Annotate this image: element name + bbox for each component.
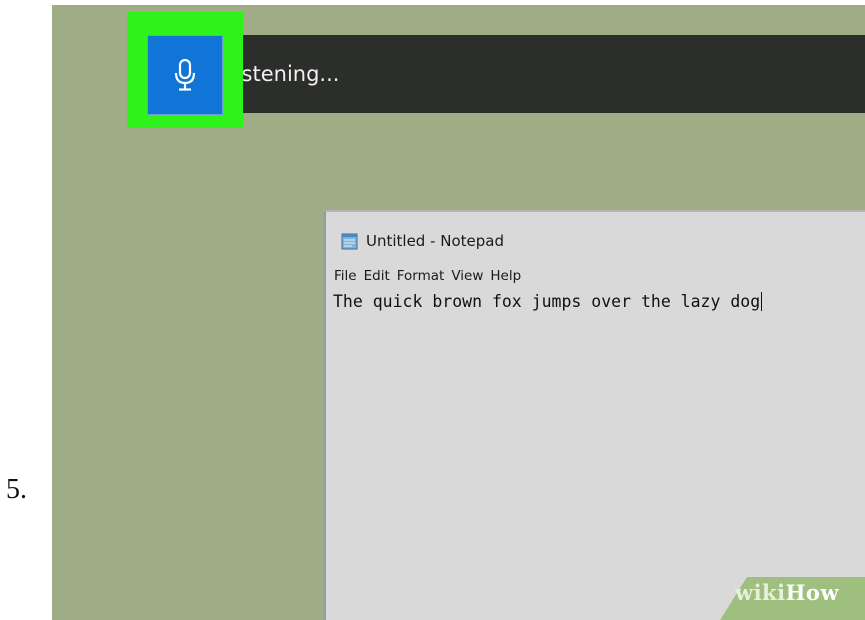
menu-format[interactable]: Format bbox=[397, 268, 445, 284]
notepad-icon bbox=[341, 233, 358, 250]
dictation-bar: Listening... bbox=[224, 35, 865, 113]
notepad-window: Untitled - Notepad File Edit Format View… bbox=[324, 210, 865, 620]
menu-help[interactable]: Help bbox=[490, 268, 521, 284]
menu-edit[interactable]: Edit bbox=[364, 268, 390, 284]
step-number: 5. bbox=[6, 474, 27, 505]
desktop-screen: Listening... Untitled - Notepad File Edi… bbox=[52, 5, 865, 620]
microphone-icon bbox=[174, 58, 196, 91]
menu-bar: File Edit Format View Help bbox=[334, 268, 528, 284]
notepad-text: The quick brown fox jumps over the lazy … bbox=[333, 292, 761, 311]
watermark-part2: How bbox=[785, 580, 840, 605]
menu-view[interactable]: View bbox=[451, 268, 483, 284]
mic-button-highlight bbox=[127, 12, 243, 128]
wikihow-watermark: wikiHow bbox=[735, 580, 839, 605]
text-caret bbox=[761, 292, 763, 311]
notepad-title-bar[interactable]: Untitled - Notepad bbox=[340, 228, 504, 254]
menu-file[interactable]: File bbox=[334, 268, 357, 284]
watermark-part1: wiki bbox=[735, 580, 786, 605]
microphone-button[interactable] bbox=[147, 35, 223, 115]
notepad-text-area[interactable]: The quick brown fox jumps over the lazy … bbox=[333, 292, 863, 612]
page: 5. Listening... Untitled - Notepad File … bbox=[0, 0, 865, 620]
window-title: Untitled - Notepad bbox=[366, 232, 505, 250]
